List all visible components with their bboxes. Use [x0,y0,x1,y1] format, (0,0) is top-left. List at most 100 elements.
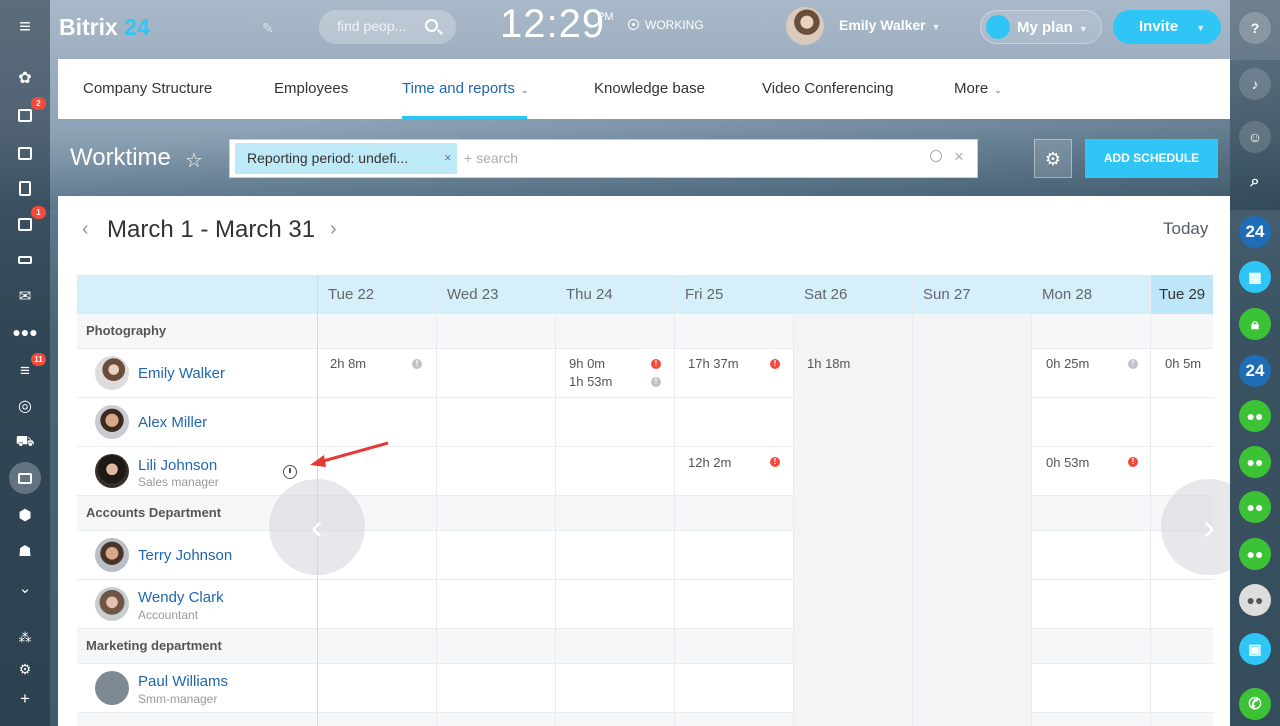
groups-icon[interactable]: ●●● [0,320,50,344]
box-icon[interactable]: ⬢ [0,503,50,527]
docs-icon[interactable] [0,176,50,200]
section-row [77,713,1213,726]
divider [674,275,675,726]
group-chat-icon[interactable]: ●● [1239,446,1271,478]
nav-company-structure[interactable]: Company Structure [83,80,212,97]
filter-search-input[interactable]: + search [464,150,518,166]
search-icon[interactable] [930,150,942,162]
time-cell[interactable]: 17h 37m [688,356,739,371]
avatar[interactable] [95,538,129,572]
time-cell[interactable]: 1h 53m [569,374,612,389]
filter-chip[interactable]: Reporting period: undefi... × [235,143,457,174]
edit-icon[interactable]: ✎ [262,20,274,37]
invite-button[interactable]: Invite ▼ [1113,10,1221,44]
search-icon[interactable]: ⌕ [1239,166,1271,198]
add-icon[interactable]: + [0,687,50,711]
employee-name[interactable]: Emily Walker [138,365,225,382]
avatar[interactable] [95,454,129,488]
info-icon[interactable]: ! [1128,359,1138,369]
employee-name[interactable]: Alex Miller [138,414,207,431]
settings-button[interactable]: ⚙ [1034,139,1072,178]
info-icon[interactable]: ! [651,377,661,387]
work-status[interactable]: WORKING [628,18,704,32]
clear-icon[interactable]: × [954,147,964,167]
tasks-icon[interactable]: 2 [0,97,50,127]
logo[interactable]: Bitrix 24 [59,14,150,41]
time-cell[interactable]: 1h 18m [807,356,850,371]
user-menu[interactable]: Emily Walker ▼ [839,17,941,33]
nav-knowledge-base[interactable]: Knowledge base [594,80,705,97]
avatar[interactable] [95,671,129,705]
menu-icon[interactable]: ≡ [0,15,50,39]
nav-time-and-reports[interactable]: Time and reports ⌄ [402,80,528,97]
drive-icon[interactable] [0,248,50,272]
clock-icon[interactable] [283,465,297,479]
chip-close-icon[interactable]: × [444,150,452,165]
alert-icon[interactable]: ! [1128,457,1138,467]
add-schedule-button[interactable]: ADD SCHEDULE [1085,139,1218,178]
phone-icon[interactable]: ✆ [1239,688,1271,720]
contacts-icon[interactable] [9,462,41,494]
bitrix24-icon[interactable]: 24 [1239,216,1271,248]
help-icon[interactable]: ? [1239,12,1271,44]
bell-icon[interactable]: ♪ [1239,68,1271,100]
robot-icon[interactable]: ☗ [0,539,50,563]
user-avatar[interactable] [786,7,824,45]
avatar[interactable] [95,356,129,390]
calendar-icon[interactable]: ▦ [1239,261,1271,293]
group-chat-icon[interactable]: ●● [1239,538,1271,570]
group-chat-icon[interactable]: ●● [1239,400,1271,432]
star-icon[interactable]: ☆ [185,148,203,173]
divider [1031,275,1032,726]
alert-icon[interactable]: ! [770,359,780,369]
bitrix24-icon[interactable]: 24 [1239,355,1271,387]
my-plan-button[interactable]: My plan ▼ [980,10,1102,44]
chat-icon[interactable]: ☺ [1239,121,1271,153]
info-icon[interactable]: ! [412,359,422,369]
employee-name[interactable]: Terry Johnson [138,547,232,564]
employee-name[interactable]: Wendy Clark [138,589,224,606]
phone-screen-icon[interactable]: ▣ [1239,633,1271,665]
day-header: Mon 28 [1031,275,1151,314]
checklist-icon[interactable]: 1 [0,206,50,236]
prev-period-icon[interactable]: ‹ [82,218,89,241]
time-cell[interactable]: 12h 2m [688,455,731,470]
scroll-left-button[interactable]: ‹ [269,479,365,575]
filter-bar[interactable]: Reporting period: undefi... × + search × [229,139,978,178]
avatar[interactable] [95,405,129,439]
mail-icon[interactable]: ✉ [0,284,50,308]
search-input[interactable]: find peop... [319,10,456,44]
alert-icon[interactable]: ! [651,359,661,369]
nav-employees[interactable]: Employees [274,80,348,97]
cart-icon[interactable]: ⛟ [0,430,50,454]
lock-icon[interactable]: 🔒︎ [1239,308,1271,340]
nav-video-conferencing[interactable]: Video Conferencing [762,80,893,97]
time-cell[interactable]: 0h 25m [1046,356,1089,371]
table-row: Terry Johnson [77,531,1213,580]
time-cell[interactable]: 9h 0m [569,356,605,371]
nav-more[interactable]: More ⌄ [954,80,1002,97]
structure-icon[interactable]: ⁂ [0,626,50,650]
more-icon[interactable]: ⌄ [0,576,50,600]
feed-icon[interactable]: ✿ [0,66,50,90]
group-chat-icon[interactable]: ●● [1239,491,1271,523]
calendar-icon[interactable] [0,141,50,165]
avatar[interactable] [95,587,129,621]
alert-icon[interactable]: ! [770,457,780,467]
clock[interactable]: 12:29 [500,2,605,47]
group-avatars-icon[interactable]: ●● [1239,584,1271,616]
target-icon[interactable]: ◎ [0,394,50,418]
section-row: Photography [77,314,1213,349]
time-cell[interactable]: 0h 5m [1165,356,1201,371]
employee-name[interactable]: Lili Johnson [138,457,217,474]
time-cell[interactable]: 0h 53m [1046,455,1089,470]
checklist-badge: 1 [31,206,46,219]
filter-icon[interactable]: ≡ 11 [0,353,50,383]
table-row: Paul Williams Smm-manager [77,664,1213,713]
time-cell[interactable]: 2h 8m [330,356,366,371]
rocket-icon [986,15,1010,39]
settings-icon[interactable]: ⚙ [0,657,50,681]
next-period-icon[interactable]: › [330,218,337,241]
today-button[interactable]: Today [1163,219,1208,239]
employee-name[interactable]: Paul Williams [138,673,228,690]
